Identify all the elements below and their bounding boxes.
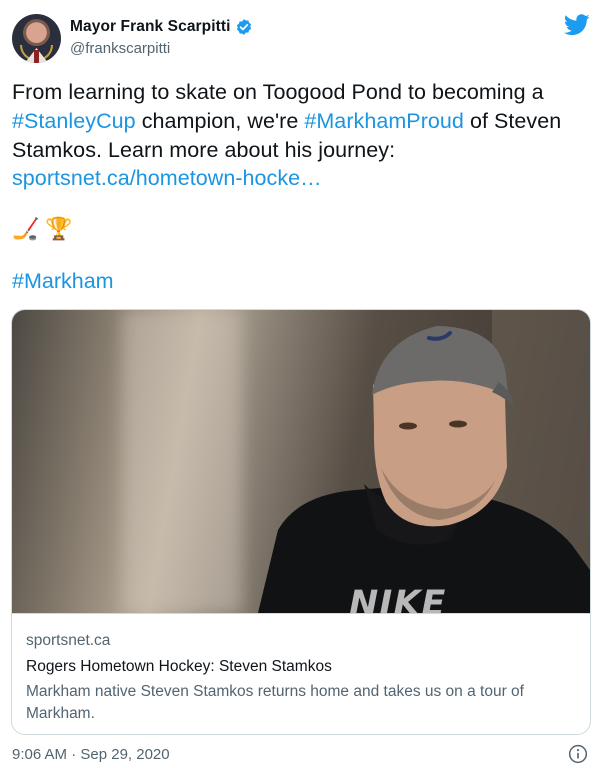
hashtag-line: #Markham <box>12 269 114 294</box>
tweet-text-part2: champion, we're <box>135 108 305 133</box>
name-row: Mayor Frank Scarpitti <box>70 17 253 37</box>
card-meta[interactable]: sportsnet.ca Rogers Hometown Hockey: Ste… <box>12 613 590 734</box>
avatar-tie <box>34 50 39 63</box>
tweet-header: Mayor Frank Scarpitti @frankscarpitti <box>12 12 590 64</box>
nike-logo-text: NIKE <box>349 584 447 613</box>
article-link[interactable]: sportsnet.ca/hometown-hocke… <box>12 166 322 190</box>
twitter-bird-icon[interactable] <box>564 14 590 36</box>
timestamp[interactable]: 9:06 AM · Sep 29, 2020 <box>12 746 170 763</box>
trophy-emoji: 🏆 <box>45 216 73 241</box>
link-card[interactable]: NIKE sportsnet.ca Rogers Hometown Hockey… <box>11 309 591 735</box>
hockey-emoji: 🏒 <box>12 216 40 241</box>
hashtag-markham[interactable]: #Markham <box>12 269 114 293</box>
card-photo <box>258 326 590 613</box>
handle[interactable]: @frankscarpitti <box>70 40 170 57</box>
card-image[interactable]: NIKE <box>12 310 590 613</box>
tweet-footer: 9:06 AM · Sep 29, 2020 <box>12 744 590 766</box>
info-icon[interactable] <box>568 744 588 764</box>
display-name[interactable]: Mayor Frank Scarpitti <box>70 18 231 36</box>
tweet: Mayor Frank Scarpitti @frankscarpitti Fr… <box>0 0 602 768</box>
card-domain: sportsnet.ca <box>26 632 111 649</box>
card-description: Markham native Steven Stamkos returns ho… <box>26 683 524 722</box>
tweet-text-part1: From learning to skate on Toogood Pond t… <box>12 80 544 104</box>
hashtag-markhamproud[interactable]: #MarkhamProud <box>304 109 464 133</box>
tweet-text: From learning to skate on Toogood Pond t… <box>12 78 590 193</box>
card-title: Rogers Hometown Hockey: Steven Stamkos <box>26 658 332 675</box>
hashtag-stanleycup[interactable]: #StanleyCup <box>12 109 136 133</box>
avatar[interactable] <box>12 14 61 63</box>
emoji-line: 🏒 🏆 <box>12 214 73 244</box>
verified-badge-icon <box>236 19 251 35</box>
